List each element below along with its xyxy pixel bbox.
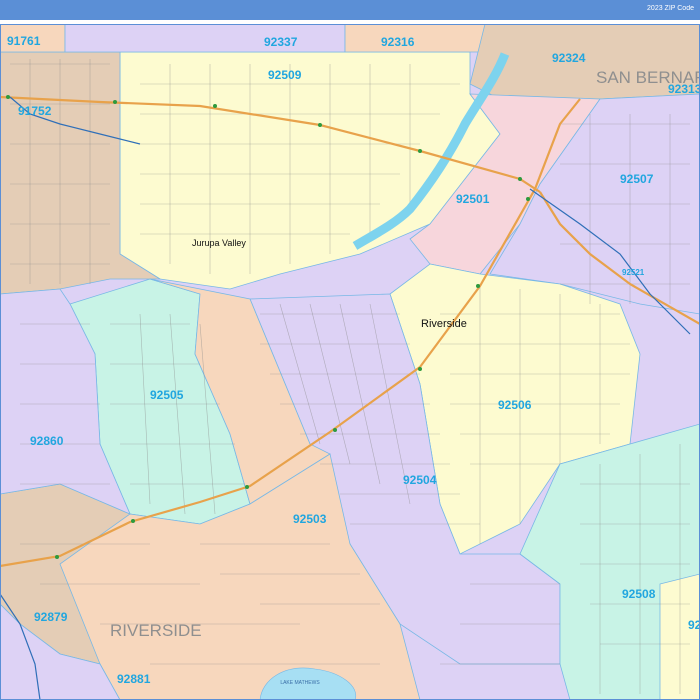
- zip-label-92509: 92509: [268, 68, 302, 82]
- zip-label-92881: 92881: [117, 672, 151, 686]
- zip-label-92507: 92507: [620, 172, 654, 186]
- zip-label-92521: 92521: [622, 268, 645, 277]
- zip-label-92313: 92313: [668, 82, 700, 96]
- zip-label-92860: 92860: [30, 434, 64, 448]
- county-label-riverside: RIVERSIDE: [110, 621, 202, 640]
- zip-label-92337: 92337: [264, 35, 298, 49]
- city-label-riverside: Riverside: [421, 318, 467, 330]
- city-label-jurupa-valley: Jurupa Valley: [192, 238, 246, 248]
- zip-label-92501: 92501: [456, 192, 490, 206]
- zip-label-91761: 91761: [7, 34, 41, 48]
- zip-label-92504: 92504: [403, 473, 437, 487]
- zip-label-92508: 92508: [622, 587, 656, 601]
- zone-92337[interactable]: [64, 24, 346, 53]
- zip-label-92503: 92503: [293, 512, 327, 526]
- zip-label-92-partial: 92: [688, 618, 700, 632]
- zip-code-map[interactable]: LAKE MATHEWS RIVERSIDE SAN BERNARDINO Ri…: [0, 24, 700, 700]
- header-bar: 2023 ZIP Code: [0, 0, 700, 20]
- zip-label-92316: 92316: [381, 35, 415, 49]
- zip-label-92879: 92879: [34, 610, 68, 624]
- header-title: 2023 ZIP Code: [647, 5, 694, 12]
- zip-label-92324: 92324: [552, 51, 586, 65]
- lake-mathews-label: LAKE MATHEWS: [280, 680, 320, 686]
- zip-label-92506: 92506: [498, 398, 532, 412]
- zone-92316[interactable]: [344, 24, 486, 53]
- zip-label-92505: 92505: [150, 388, 184, 402]
- map-frame: 2023 ZIP Code LAKE MATHEWS RIVERSIDE SAN…: [0, 0, 700, 700]
- zip-label-91752: 91752: [18, 104, 52, 118]
